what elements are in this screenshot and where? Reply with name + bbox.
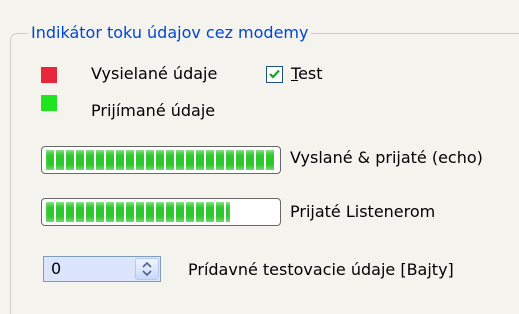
up-down-arrows-icon <box>142 261 152 277</box>
extra-data-value[interactable]: 0 <box>51 258 61 280</box>
groupbox-title: Indikátor toku údajov cez modemy <box>28 20 312 46</box>
echo-progress-label: Vyslané & prijaté (echo) <box>290 148 483 167</box>
listener-progress-bar <box>41 198 281 226</box>
checkmark-icon <box>269 69 280 79</box>
test-checkbox-label[interactable]: Test <box>291 62 323 86</box>
received-data-label: Prijímané údaje <box>91 101 216 120</box>
sent-data-color-swatch <box>41 67 57 83</box>
sent-data-label: Vysielané údaje <box>91 64 218 83</box>
echo-progress-fill <box>46 150 276 170</box>
test-checkbox[interactable] <box>266 66 283 83</box>
received-data-color-swatch <box>41 95 57 111</box>
extra-data-spinbox[interactable]: 0 <box>43 256 161 282</box>
extra-data-label: Prídavné testovacie údaje [Bajty] <box>188 260 454 279</box>
echo-progress-bar <box>41 146 281 174</box>
listener-progress-label: Prijaté Listenerom <box>290 202 436 221</box>
spin-buttons[interactable] <box>135 258 159 280</box>
listener-progress-fill <box>46 202 230 222</box>
